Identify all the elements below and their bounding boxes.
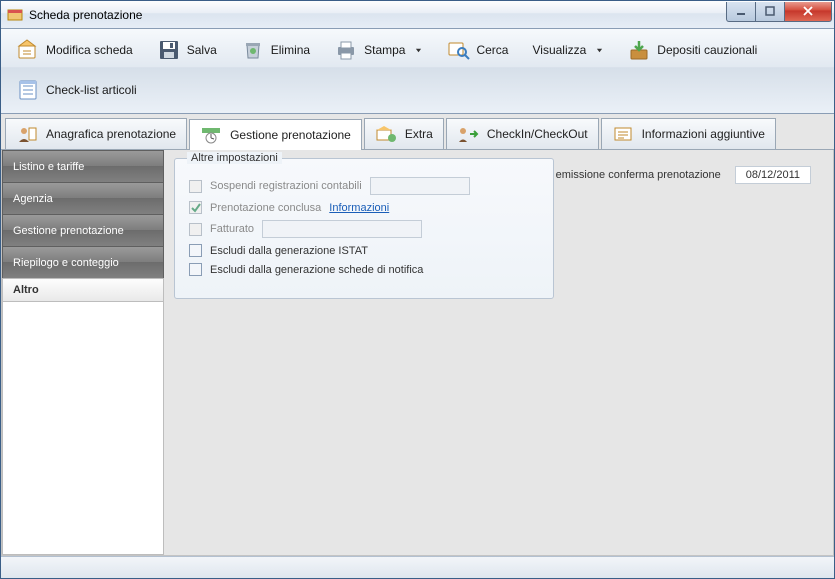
deposit-icon xyxy=(627,38,651,62)
search-button[interactable]: Cerca xyxy=(435,33,519,67)
print-button[interactable]: Stampa xyxy=(323,33,433,67)
print-label: Stampa xyxy=(364,43,405,57)
tab-extra[interactable]: Extra xyxy=(364,118,444,149)
tab-gestione[interactable]: Gestione prenotazione xyxy=(189,119,362,150)
maximize-button[interactable] xyxy=(755,2,785,22)
app-icon xyxy=(7,7,23,23)
tab-label: Anagrafica prenotazione xyxy=(46,127,176,141)
save-label: Salva xyxy=(187,43,217,57)
tab-label: Informazioni aggiuntive xyxy=(642,127,765,141)
trash-icon xyxy=(241,38,265,62)
tab-checkin[interactable]: CheckIn/CheckOut xyxy=(446,118,599,149)
sidebar-item-riepilogo[interactable]: Riepilogo e conteggio xyxy=(2,246,164,278)
other-settings-group: Altre impostazioni Sospendi registrazion… xyxy=(174,158,554,299)
info-icon xyxy=(612,125,634,143)
tab-anagrafica[interactable]: Anagrafica prenotazione xyxy=(5,118,187,149)
view-button[interactable]: Visualizza xyxy=(521,38,614,62)
sidebar-active-label: Altro xyxy=(13,284,39,296)
person-icon xyxy=(16,125,38,143)
deposits-label: Depositi cauzionali xyxy=(657,43,757,57)
label-sospendi: Sospendi registrazioni contabili xyxy=(210,180,362,192)
emission-date-label: Data emissione conferma prenotazione xyxy=(529,169,720,181)
checkbox-istat[interactable] xyxy=(189,244,202,257)
toolbar-area: Modifica scheda Salva Elimina Stampa xyxy=(1,29,834,114)
tab-label: Gestione prenotazione xyxy=(230,128,351,142)
tab-label: Extra xyxy=(405,127,433,141)
group-legend: Altre impostazioni xyxy=(187,152,282,164)
minimize-button[interactable] xyxy=(726,2,756,22)
checkbox-conclusa xyxy=(189,201,202,214)
modify-card-label: Modifica scheda xyxy=(46,43,133,57)
search-label: Cerca xyxy=(476,43,508,57)
sidebar-item-label: Riepilogo e conteggio xyxy=(13,257,119,269)
row-sospendi: Sospendi registrazioni contabili xyxy=(189,177,539,195)
field-fatturato xyxy=(262,220,422,238)
checkbox-fatturato xyxy=(189,223,202,236)
label-conclusa: Prenotazione conclusa xyxy=(210,202,321,214)
search-icon xyxy=(446,38,470,62)
row-fatturato: Fatturato xyxy=(189,220,539,238)
checkin-icon xyxy=(457,125,479,143)
tabs: Anagrafica prenotazione Gestione prenota… xyxy=(1,114,834,150)
chevron-down-icon xyxy=(415,47,422,54)
sidebar-item-label: Listino e tariffe xyxy=(13,161,84,173)
tab-label: CheckIn/CheckOut xyxy=(487,127,588,141)
deposits-button[interactable]: Depositi cauzionali xyxy=(616,33,768,67)
window-title: Scheda prenotazione xyxy=(29,8,727,22)
sidebar-item-gestione[interactable]: Gestione prenotazione xyxy=(2,214,164,246)
content-area: Listino e tariffe Agenzia Gestione preno… xyxy=(1,150,834,556)
label-fatturato: Fatturato xyxy=(210,223,254,235)
save-icon xyxy=(157,38,181,62)
extra-icon xyxy=(375,125,397,143)
row-notifica: Escludi dalla generazione schede di noti… xyxy=(189,263,539,276)
main-panel: Data emissione conferma prenotazione 08/… xyxy=(164,150,833,555)
checklist-icon xyxy=(16,78,40,102)
sidebar-item-label: Agenzia xyxy=(13,193,53,205)
modify-card-button[interactable]: Modifica scheda xyxy=(5,33,144,67)
emission-date-group: Data emissione conferma prenotazione 08/… xyxy=(529,166,811,184)
checkbox-notifica[interactable] xyxy=(189,263,202,276)
checklist-button[interactable]: Check-list articoli xyxy=(5,73,148,107)
label-istat: Escludi dalla generazione ISTAT xyxy=(210,245,368,257)
row-conclusa: Prenotazione conclusa Informazioni xyxy=(189,201,539,214)
tab-info[interactable]: Informazioni aggiuntive xyxy=(601,118,776,149)
management-icon xyxy=(200,126,222,144)
sidebar-item-agenzia[interactable]: Agenzia xyxy=(2,182,164,214)
sidebar-item-label: Gestione prenotazione xyxy=(13,225,124,237)
chevron-down-icon xyxy=(596,47,603,54)
sidebar-active-section[interactable]: Altro xyxy=(2,278,164,302)
view-label: Visualizza xyxy=(532,43,586,57)
statusbar xyxy=(1,556,834,578)
emission-date-field[interactable]: 08/12/2011 xyxy=(735,166,811,184)
delete-label: Elimina xyxy=(271,43,310,57)
sidebar: Listino e tariffe Agenzia Gestione preno… xyxy=(2,150,164,555)
titlebar: Scheda prenotazione xyxy=(1,1,834,29)
field-sospendi xyxy=(370,177,470,195)
printer-icon xyxy=(334,38,358,62)
label-notifica: Escludi dalla generazione schede di noti… xyxy=(210,264,423,276)
delete-button[interactable]: Elimina xyxy=(230,33,321,67)
window-buttons xyxy=(727,2,832,22)
close-button[interactable] xyxy=(784,2,832,22)
row-istat: Escludi dalla generazione ISTAT xyxy=(189,244,539,257)
checkbox-sospendi xyxy=(189,180,202,193)
sidebar-item-listino[interactable]: Listino e tariffe xyxy=(2,150,164,182)
checklist-label: Check-list articoli xyxy=(46,83,137,97)
sidebar-fill xyxy=(2,302,164,555)
edit-card-icon xyxy=(16,38,40,62)
info-link[interactable]: Informazioni xyxy=(329,202,389,214)
save-button[interactable]: Salva xyxy=(146,33,228,67)
